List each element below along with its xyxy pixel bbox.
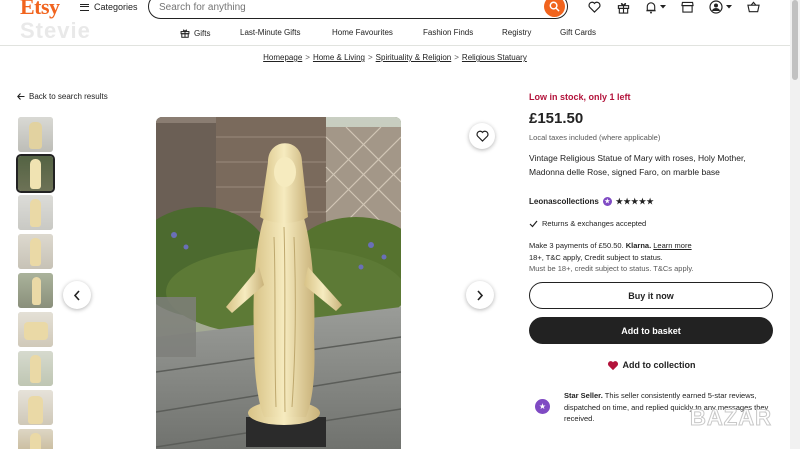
breadcrumb-link-homepage[interactable]: Homepage bbox=[263, 53, 302, 62]
thumbnail-active[interactable] bbox=[16, 154, 55, 193]
klarna-financing: Make 3 payments of £50.50. Klarna. Learn… bbox=[529, 240, 774, 275]
thumbnail-gallery bbox=[16, 117, 55, 449]
add-to-basket-button[interactable]: Add to basket bbox=[529, 317, 773, 344]
breadcrumb-link-home-living[interactable]: Home & Living bbox=[313, 53, 365, 62]
tax-note: Local taxes included (where applicable) bbox=[529, 133, 661, 142]
gift-icon[interactable] bbox=[615, 0, 631, 14]
search-input[interactable] bbox=[159, 0, 529, 14]
page-scrollbar[interactable] bbox=[790, 0, 800, 449]
nav-label: Gifts bbox=[194, 28, 211, 38]
klarna-payments-text: Make 3 payments of £50.50. bbox=[529, 241, 624, 250]
star-seller-badge-icon: ★ bbox=[602, 197, 612, 206]
thumbnail[interactable] bbox=[18, 390, 53, 425]
next-image-button[interactable] bbox=[466, 281, 494, 309]
seller-name-link[interactable]: Leonascollections bbox=[529, 197, 599, 206]
top-bar: Etsy Stevie Categories bbox=[0, 0, 800, 43]
menu-icon bbox=[80, 3, 89, 11]
nav-item-gift-cards[interactable]: Gift Cards bbox=[560, 28, 596, 37]
breadcrumb: Homepage > Home & Living > Spirituality & Re… bbox=[0, 53, 790, 62]
thumbnail[interactable] bbox=[18, 351, 53, 386]
klarna-learn-more-link[interactable]: Learn more bbox=[653, 241, 691, 250]
nav-item-registry[interactable]: Registry bbox=[502, 28, 531, 37]
back-link-label: Back to search results bbox=[29, 92, 108, 101]
heart-filled-icon bbox=[607, 360, 618, 370]
categories-button[interactable]: Categories bbox=[80, 0, 138, 14]
product-info-panel: Low in stock, only 1 left £151.50 Local … bbox=[529, 92, 774, 423]
breadcrumb-link-spirituality[interactable]: Spirituality & Religion bbox=[376, 53, 452, 62]
buy-now-button[interactable]: Buy it now bbox=[529, 282, 773, 309]
scrollbar-thumb[interactable] bbox=[792, 0, 798, 80]
thumbnail[interactable] bbox=[18, 429, 53, 449]
price: £151.50 bbox=[529, 110, 584, 127]
product-title: Vintage Religious Statue of Mary with ro… bbox=[529, 153, 746, 177]
add-to-collection-label: Add to collection bbox=[622, 360, 696, 370]
chevron-down-icon bbox=[659, 5, 666, 9]
favorites-icon[interactable] bbox=[586, 0, 602, 14]
favorite-button[interactable] bbox=[469, 123, 495, 149]
breadcrumb-separator: > bbox=[367, 53, 373, 62]
thumbnail[interactable] bbox=[18, 234, 53, 269]
star-seller-title: Star Seller. bbox=[564, 391, 603, 400]
breadcrumb-separator: > bbox=[305, 53, 310, 62]
klarna-terms: 18+, T&C apply, Credit subject to status… bbox=[529, 252, 663, 262]
header-icons bbox=[586, 0, 761, 14]
back-to-search-link[interactable]: Back to search results bbox=[17, 92, 108, 101]
thumbnail[interactable] bbox=[18, 117, 53, 152]
etsy-logo[interactable]: Etsy bbox=[20, 0, 60, 20]
previous-image-button[interactable] bbox=[63, 281, 91, 309]
checkmark-icon bbox=[529, 220, 538, 227]
nav-item-fashion-finds[interactable]: Fashion Finds bbox=[423, 28, 473, 37]
account-avatar-icon[interactable] bbox=[708, 0, 732, 14]
statue-photo bbox=[156, 117, 401, 449]
categories-label: Categories bbox=[94, 2, 138, 12]
watermark-bottom-right: BAZAR bbox=[690, 405, 772, 431]
notifications-bell-icon[interactable] bbox=[644, 0, 666, 14]
star-seller-icon: ★ bbox=[535, 399, 550, 414]
search-bar bbox=[148, 0, 568, 19]
breadcrumb-link-religious-statuary[interactable]: Religious Statuary bbox=[462, 53, 527, 62]
returns-label: Returns & exchanges accepted bbox=[542, 219, 647, 228]
header-divider bbox=[0, 45, 790, 46]
chevron-right-icon bbox=[477, 289, 484, 301]
add-to-collection-button[interactable]: Add to collection bbox=[529, 356, 773, 374]
search-icon bbox=[549, 1, 560, 12]
breadcrumb-separator: > bbox=[454, 53, 459, 62]
seller-row: Leonascollections ★ ★★★★★ bbox=[529, 197, 654, 206]
thumbnail[interactable] bbox=[18, 273, 53, 308]
nav-item-last-minute-gifts[interactable]: Last-Minute Gifts bbox=[240, 28, 300, 37]
search-button[interactable] bbox=[544, 0, 565, 17]
klarna-logo: Klarna. bbox=[625, 241, 652, 250]
chevron-left-icon bbox=[73, 289, 80, 301]
heart-outline-icon bbox=[475, 130, 489, 142]
basket-icon[interactable] bbox=[745, 0, 761, 14]
shop-manager-icon[interactable] bbox=[679, 0, 695, 14]
returns-note: Returns & exchanges accepted bbox=[529, 219, 646, 228]
nav-item-home-favourites[interactable]: Home Favourites bbox=[332, 28, 393, 37]
thumbnail[interactable] bbox=[18, 195, 53, 230]
main-product-image bbox=[156, 117, 401, 449]
stock-status: Low in stock, only 1 left bbox=[529, 92, 631, 102]
rating-stars: ★★★★★ bbox=[615, 197, 655, 206]
category-nav: Gifts Last-Minute Gifts Home Favourites … bbox=[0, 26, 800, 42]
arrow-left-icon bbox=[17, 93, 25, 100]
nav-item-gifts[interactable]: Gifts bbox=[180, 28, 210, 38]
klarna-terms-secondary: Must be 18+, credit subject to status. T… bbox=[529, 264, 694, 273]
thumbnail[interactable] bbox=[18, 312, 53, 347]
gift-icon bbox=[180, 29, 190, 38]
chevron-down-icon bbox=[725, 5, 732, 9]
